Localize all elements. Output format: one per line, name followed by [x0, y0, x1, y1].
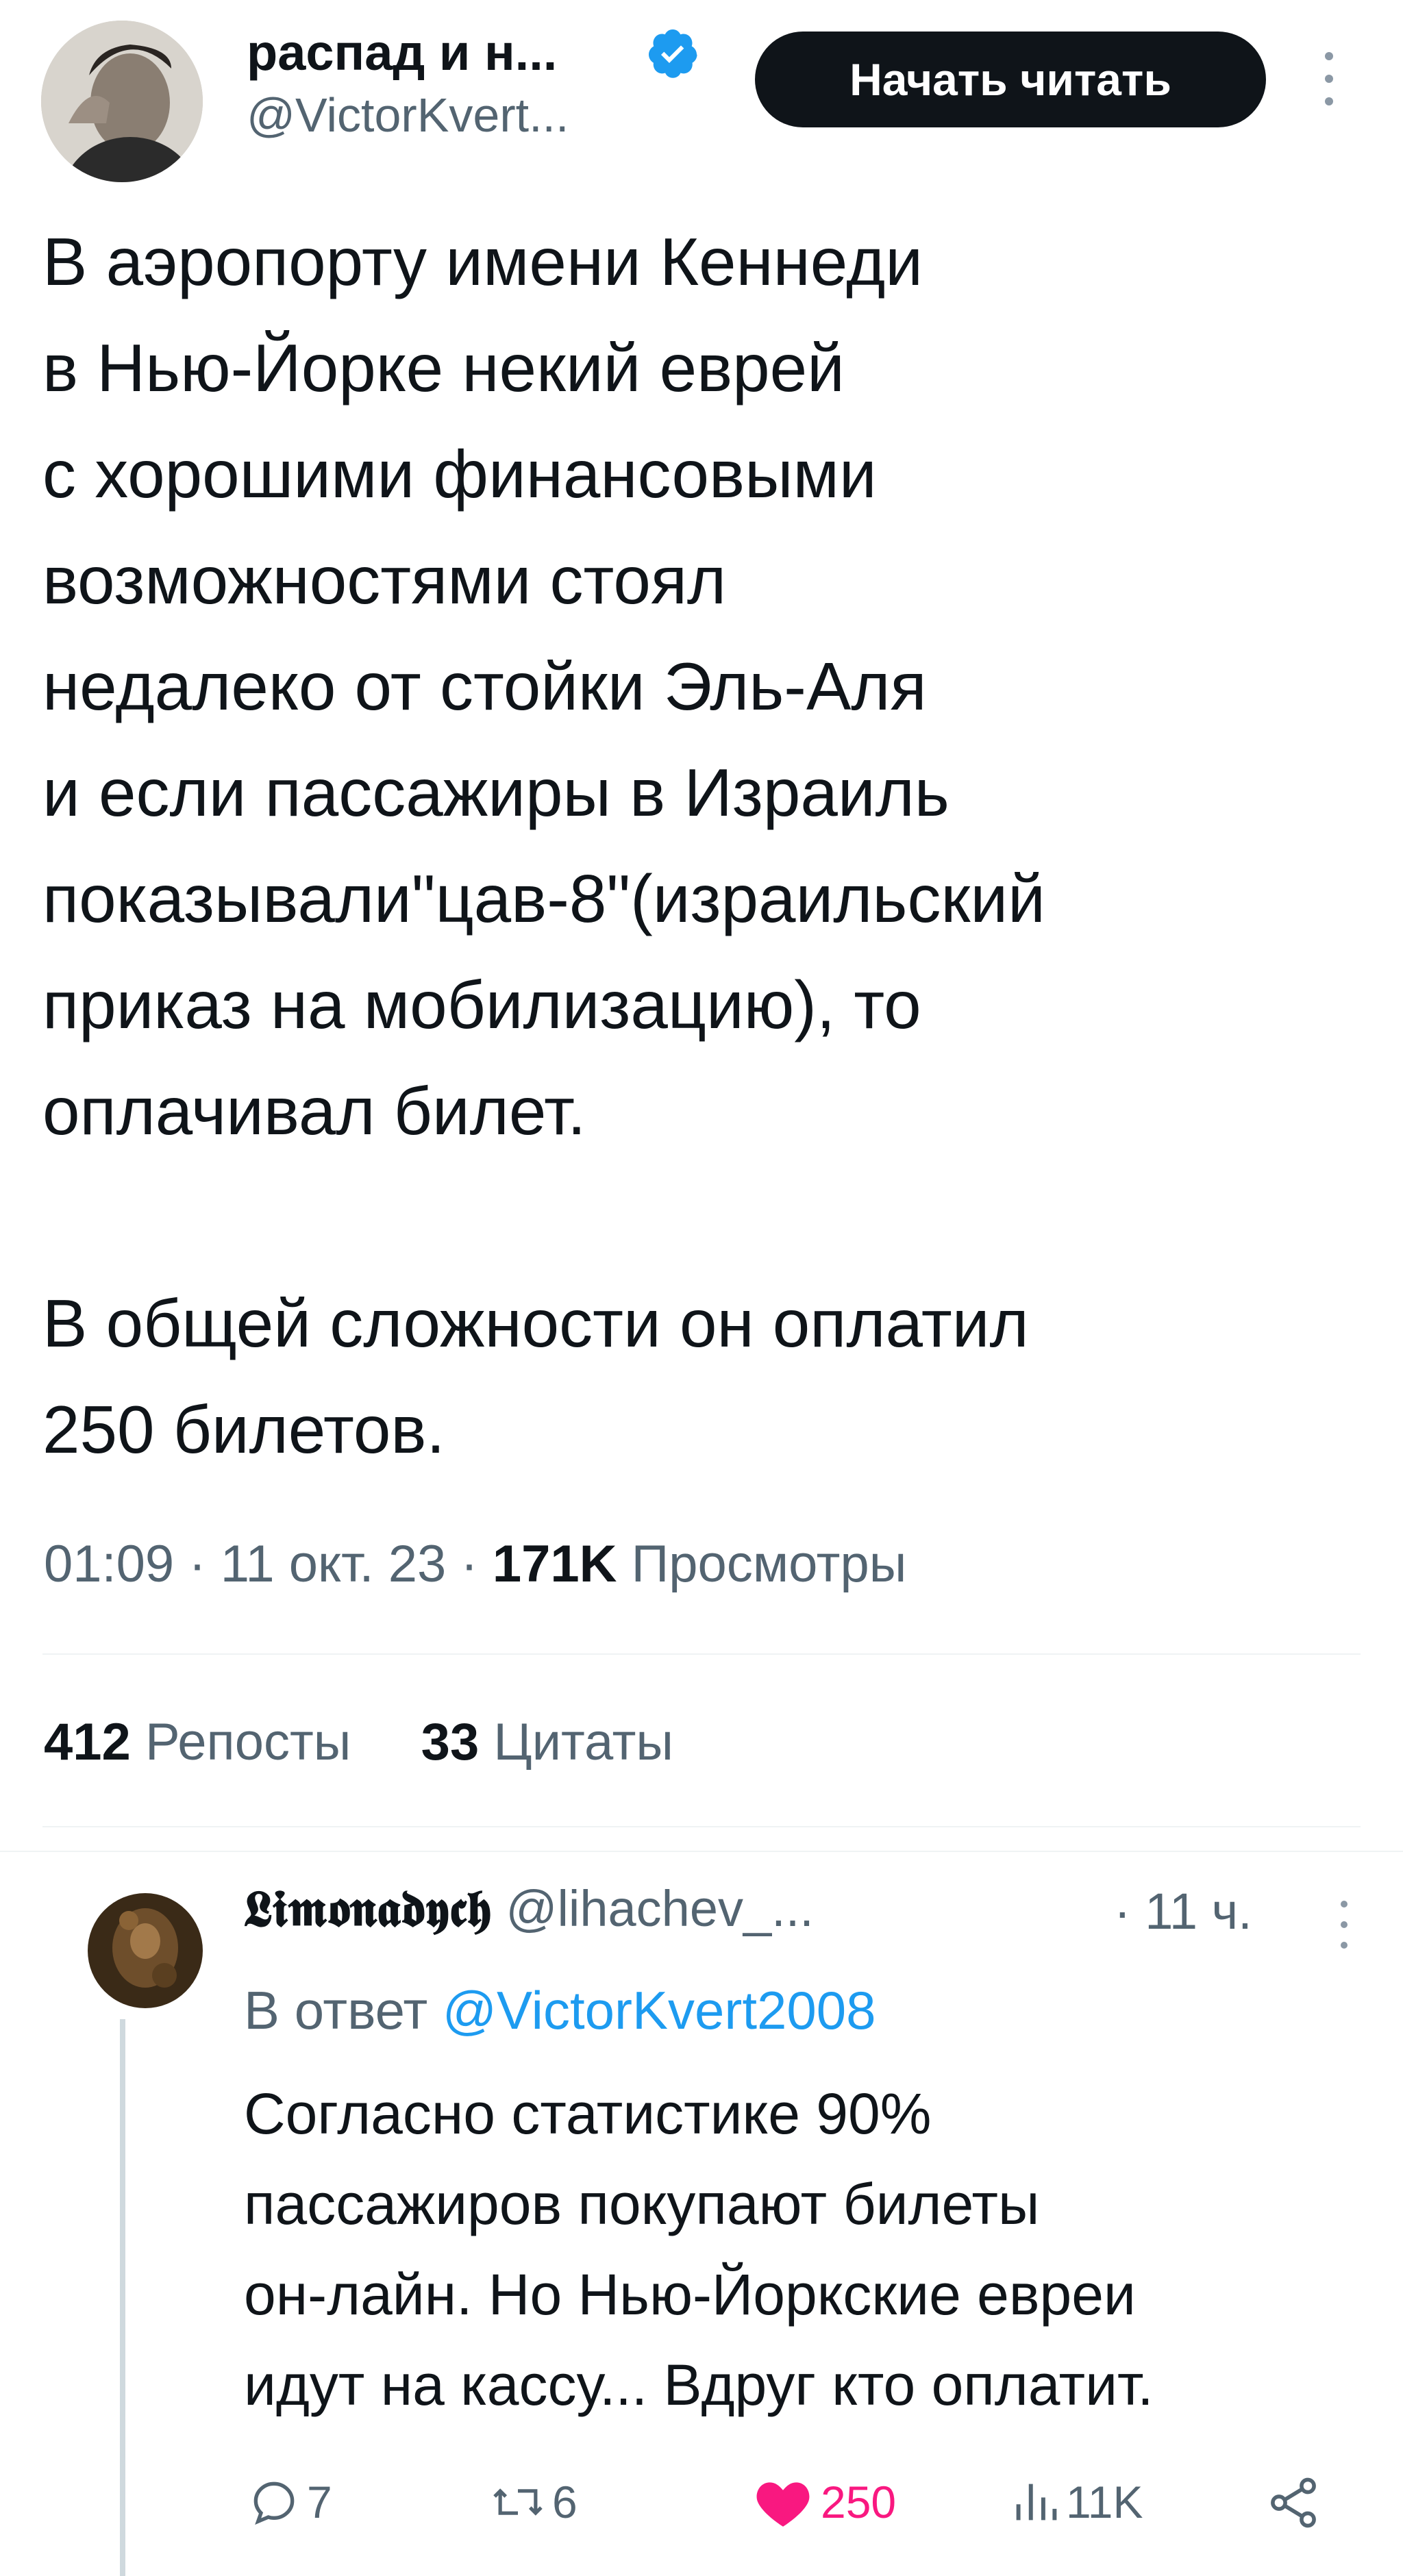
views-count-reply: 11K: [1066, 2477, 1143, 2527]
reply-context: В ответ @VictorKvert2008: [244, 1979, 876, 2042]
reply-action-repost[interactable]: 6: [489, 2471, 578, 2533]
tweet-line: и если пассажиры в Израиль: [42, 755, 949, 830]
tweet-date[interactable]: 11 окт. 23: [221, 1535, 447, 1593]
share-icon[interactable]: [1265, 2474, 1322, 2531]
repost-icon: [489, 2475, 547, 2529]
quotes-stat[interactable]: 33 Цитаты: [421, 1713, 673, 1771]
tweet-meta: 01:09 · 11 окт. 23 · 171K Просмотры: [44, 1534, 906, 1594]
repost-count: 6: [552, 2477, 578, 2527]
views-count: 171K: [492, 1535, 617, 1593]
divider: [0, 1851, 1403, 1852]
reply-action-reply[interactable]: 7: [247, 2471, 332, 2533]
reply-text: Согласно статистике 90% пассажиров покуп…: [244, 2068, 1154, 2430]
tweet-line: В аэропорту имени Кеннеди: [42, 224, 923, 299]
tweet-line: оплачивал билет.: [42, 1073, 586, 1149]
meta-separator: ·: [460, 1535, 478, 1593]
author-handle[interactable]: @VictorKvert...: [247, 88, 569, 142]
tweet-time[interactable]: 01:09: [44, 1535, 174, 1593]
reply-author-name[interactable]: 𝕷𝖎𝖒𝖔𝖓𝖆𝖉𝖞𝖈𝖍: [244, 1879, 492, 1938]
tweet-line: приказ на мобилизацию), то: [42, 967, 921, 1042]
quotes-label: Цитаты: [493, 1713, 674, 1771]
like-count: 250: [821, 2477, 897, 2527]
reply-author-handle[interactable]: @lihachev_...: [506, 1880, 813, 1937]
tweet-line: недалеко от стойки Эль-Аля: [42, 649, 927, 724]
reply-line: Согласно статистике 90%: [244, 2081, 932, 2146]
reposts-count: 412: [44, 1713, 131, 1771]
reply-action-like[interactable]: 250: [754, 2471, 896, 2533]
verified-badge-icon: [645, 26, 700, 81]
meta-separator: ·: [188, 1535, 206, 1593]
author-name[interactable]: распад и н...: [247, 23, 557, 82]
tweet-text: В аэропорту имени Кеннеди в Нью-Йорке не…: [42, 209, 1045, 1483]
reply-avatar[interactable]: [88, 1893, 203, 2008]
views-label: Просмотры: [631, 1535, 907, 1593]
tweet-line: с хорошими финансовыми: [42, 436, 877, 512]
tweet-line: возможностями стоял: [42, 542, 727, 618]
reply-time[interactable]: · 11 ч.: [1114, 1882, 1252, 1940]
heart-filled-icon: [754, 2475, 812, 2529]
reply-thread-line: [120, 2019, 125, 2576]
reply-to-link[interactable]: @VictorKvert2008: [443, 1980, 876, 2040]
start-reading-button-label: Начать читать: [849, 54, 1171, 105]
divider: [42, 1826, 1361, 1827]
tweet-line: показывали"цав-8"(израильский: [42, 861, 1045, 936]
tweet-line: в Нью-Йорке некий еврей: [42, 330, 845, 405]
start-reading-button[interactable]: Начать читать: [755, 32, 1266, 127]
reply-line: он-лайн. Но Нью-Йоркские евреи: [244, 2262, 1136, 2327]
reply-bubble-icon: [247, 2475, 301, 2529]
quotes-count: 33: [421, 1713, 480, 1771]
tweet-line: 250 билетов.: [42, 1392, 445, 1467]
tweet-stats: 412 Репосты 33 Цитаты: [44, 1712, 673, 1772]
reply-prefix: В ответ: [244, 1980, 428, 2040]
reply-action-views[interactable]: 11K: [1014, 2471, 1143, 2533]
author-avatar[interactable]: [41, 21, 203, 182]
reply-count: 7: [307, 2477, 332, 2527]
reposts-label: Репосты: [145, 1713, 351, 1771]
tweet-line: В общей сложности он оплатил: [42, 1286, 1029, 1361]
more-vertical-icon[interactable]: [1333, 1897, 1355, 1952]
reposts-stat[interactable]: 412 Репосты: [44, 1713, 366, 1771]
reply-header: 𝕷𝖎𝖒𝖔𝖓𝖆𝖉𝖞𝖈𝖍 @lihachev_...: [244, 1879, 814, 1939]
reply-line: идут на кассу... Вдруг кто оплатит.: [244, 2353, 1154, 2417]
views-bars-icon: [1014, 2475, 1059, 2529]
more-vertical-icon[interactable]: [1315, 48, 1343, 110]
reply-line: пассажиров покупают билеты: [244, 2172, 1040, 2236]
divider: [42, 1653, 1361, 1655]
